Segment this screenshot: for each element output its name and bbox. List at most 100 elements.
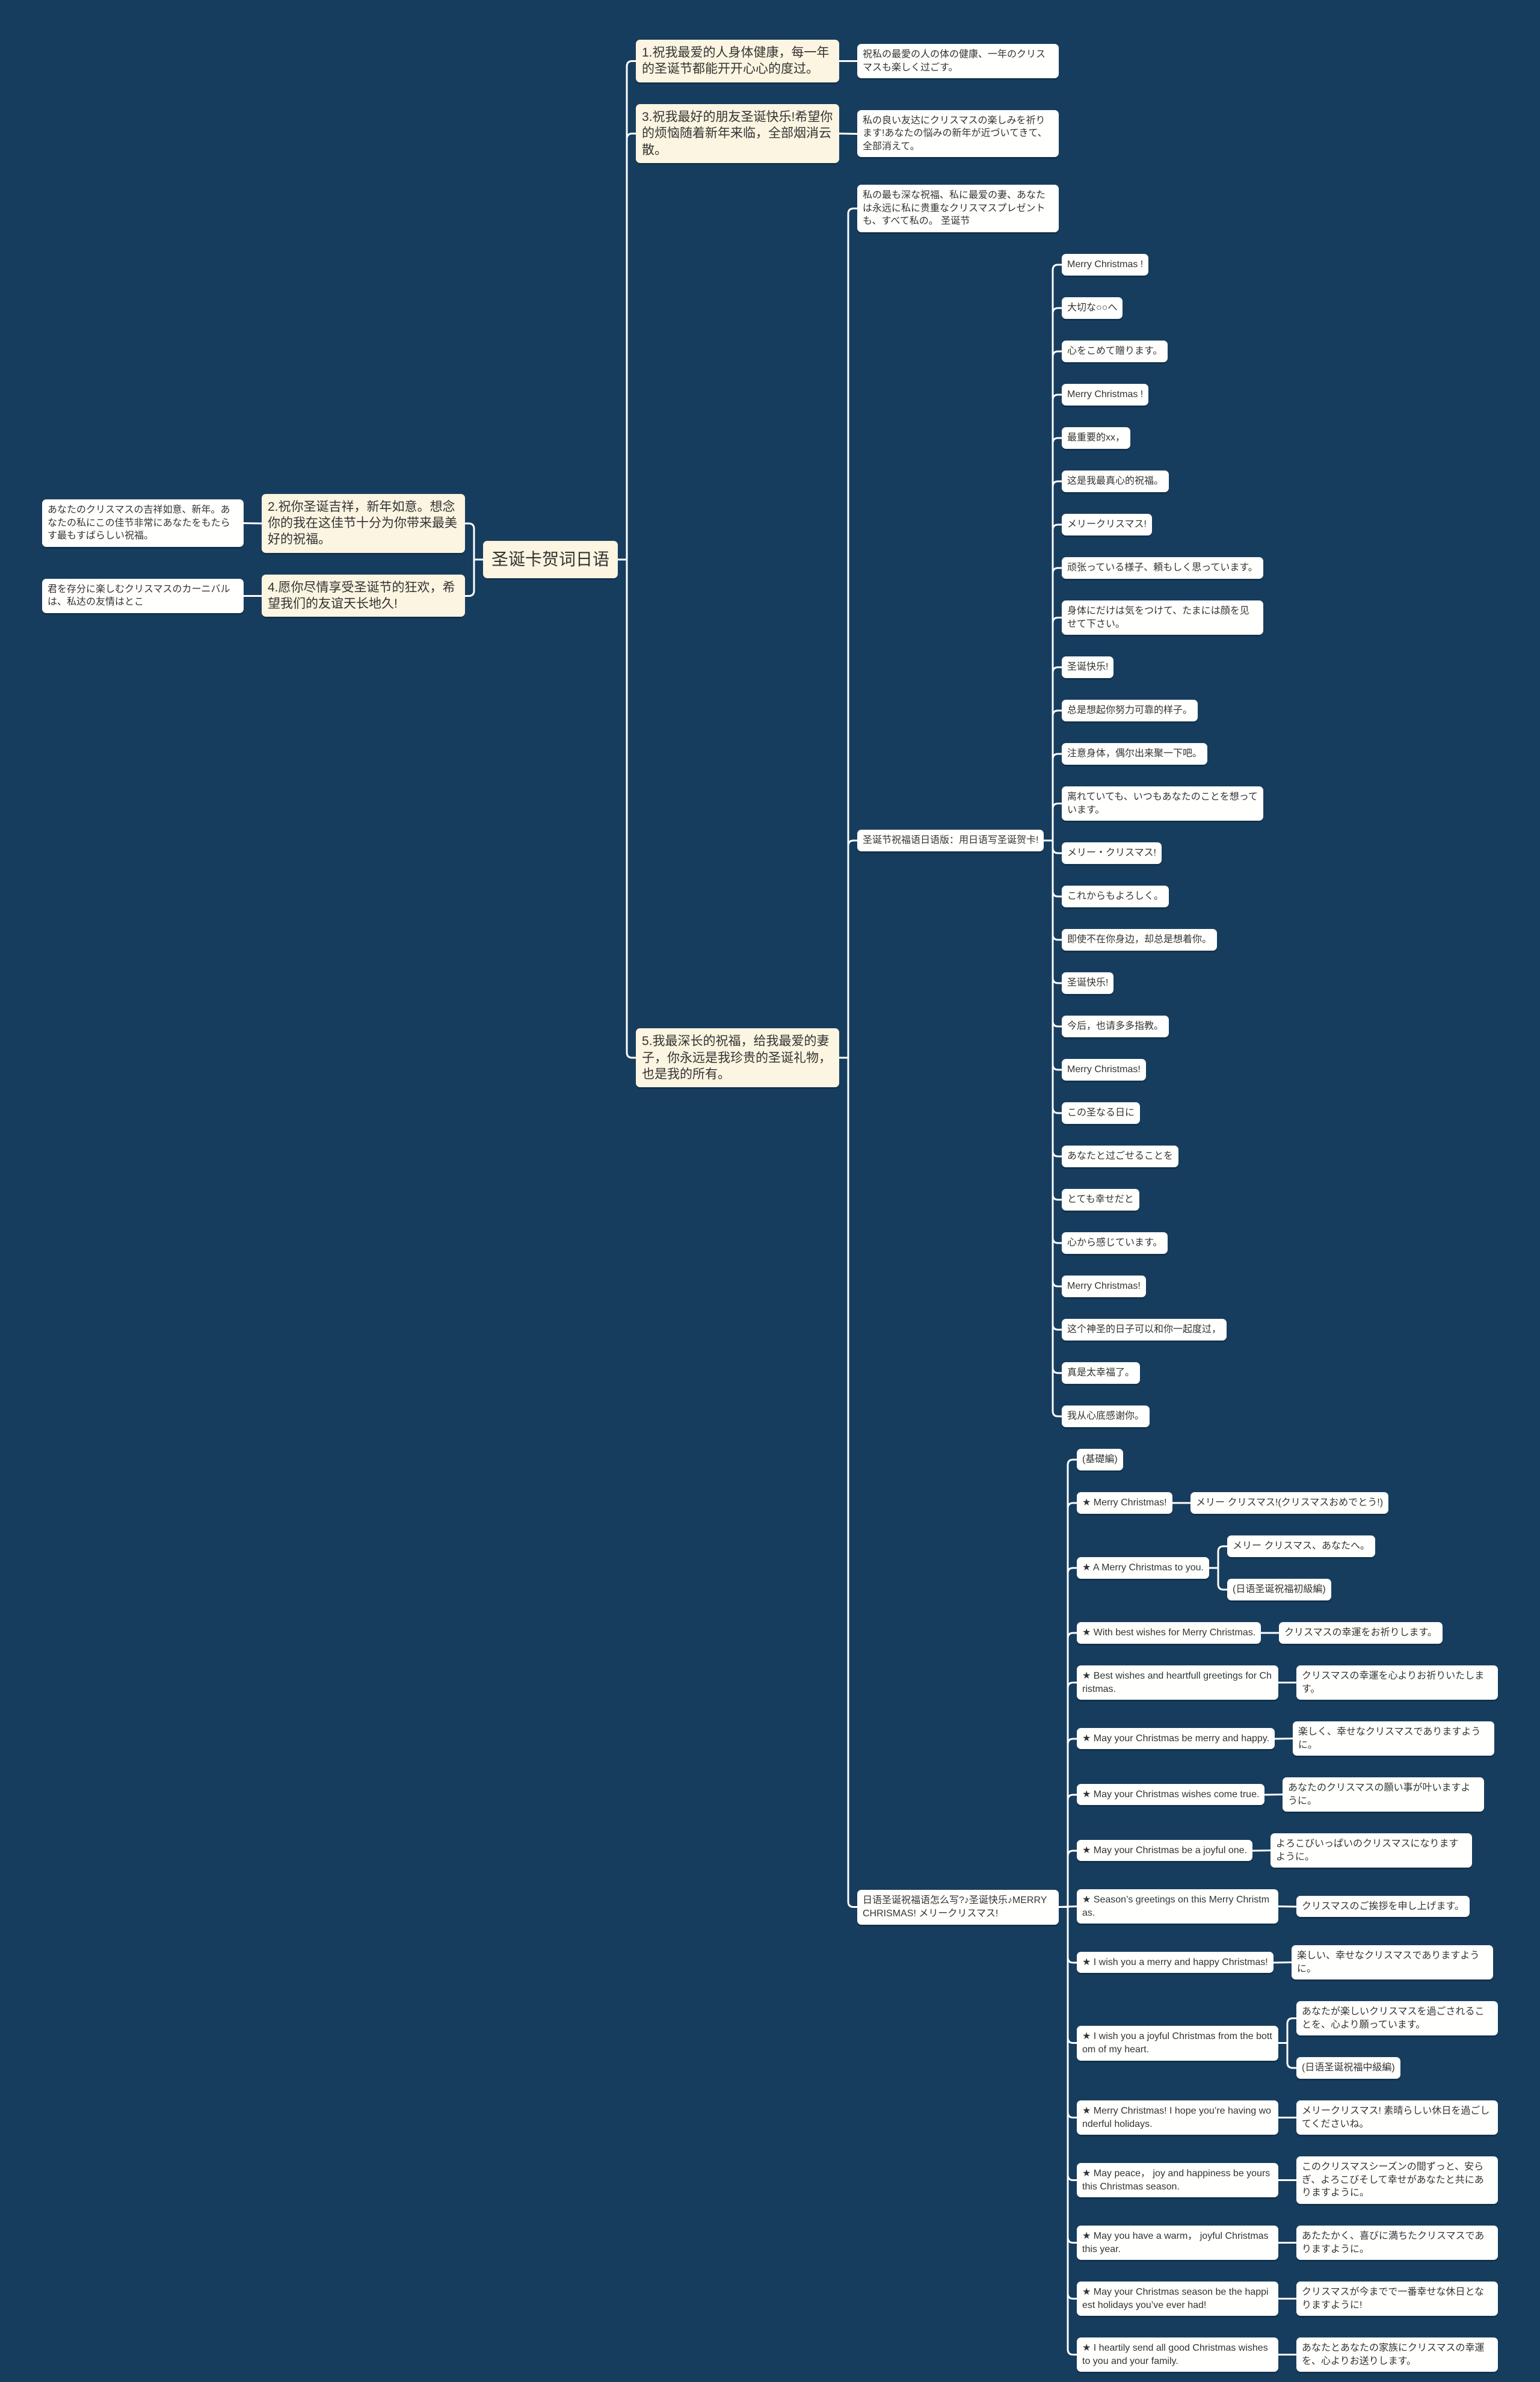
subtopic-node[interactable]: 圣诞快乐! <box>1062 656 1114 678</box>
connector-line <box>618 132 636 561</box>
subtopic-node[interactable]: 祝私の最愛の人の体の健康、一年のクリスマスも楽しく过ごす。 <box>857 44 1059 79</box>
subtopic-node[interactable]: あなたのクリスマスの願い事が叶いますように。 <box>1283 1777 1484 1812</box>
connector-line <box>618 558 636 1059</box>
subtopic-node[interactable]: クリスマスの幸運を心よりお祈りいたします。 <box>1296 1665 1498 1700</box>
subtopic-node[interactable]: ★ May your Christmas be a joyful one. <box>1077 1839 1253 1862</box>
connector-line <box>839 1057 857 1908</box>
subtopic-node[interactable]: 今后，也请多多指教。 <box>1062 1016 1169 1037</box>
subtopic-node[interactable]: Merry Christmas! <box>1062 1276 1146 1297</box>
main-topic-node[interactable]: 5.我最深长的祝福，给我最爱的妻子，你永远是我珍贵的圣诞礼物，也是我的所有。 <box>636 1028 839 1088</box>
connector-line <box>1059 1502 1077 1908</box>
subtopic-node[interactable]: ★ May your Christmas wishes come true. <box>1077 1783 1265 1806</box>
connector-line <box>1044 264 1062 842</box>
subtopic-node[interactable]: メリークリスマス! <box>1062 514 1152 535</box>
connector-line <box>1044 617 1062 842</box>
subtopic-node[interactable]: ★ May you have a warm， joyful Christmas … <box>1077 2226 1278 2260</box>
connector-line <box>1209 1567 1227 1591</box>
subtopic-node[interactable]: ★ With best wishes for Merry Christmas. <box>1077 1622 1261 1644</box>
subtopic-node[interactable]: ★ May your Christmas be merry and happy. <box>1077 1727 1275 1750</box>
connector-line <box>839 839 857 1059</box>
subtopic-node[interactable]: ★ Merry Christmas! <box>1077 1492 1172 1514</box>
subtopic-node[interactable]: クリスマスが今までで一番幸せな休日となりますように! <box>1296 2282 1498 2316</box>
subtopic-node[interactable]: あなたとあなたの家族にクリスマスの幸運を、心よりお送りします。 <box>1296 2337 1498 2372</box>
subtopic-node[interactable]: メリークリスマス! 素晴らしい休日を過ごしてくださいね。 <box>1296 2100 1498 2135</box>
connector-line <box>1044 839 1062 941</box>
connector-line <box>1044 839 1062 1114</box>
subtopic-node[interactable]: ★ May peace， joy and happiness be yours … <box>1077 2163 1278 2198</box>
subtopic-node[interactable]: 离れていても、いつもあなたのことを想っています。 <box>1062 786 1263 821</box>
subtopic-node[interactable]: この圣なる日に <box>1062 1102 1141 1124</box>
subtopic-node[interactable]: とても幸せだと <box>1062 1189 1139 1211</box>
subtopic-node[interactable]: これからもよろしく。 <box>1062 886 1169 907</box>
subtopic-node[interactable]: 顽张っている様子、頼もしく思っています。 <box>1062 557 1263 579</box>
connector-line <box>1044 839 1062 984</box>
subtopic-node[interactable]: ★ May your Christmas season be the happi… <box>1077 2282 1278 2316</box>
subtopic-node[interactable]: 圣诞快乐! <box>1062 972 1114 994</box>
subtopic-node[interactable]: 私の最も深な祝福、私に最爱の妻、あなたは永远に私に贵重なクリスマスプレゼントも、… <box>857 185 1059 232</box>
subtopic-node[interactable]: ★ A Merry Christmas to you. <box>1077 1557 1209 1579</box>
main-topic-node[interactable]: 3.祝我最好的朋友圣诞快乐!希望你的烦恼随着新年来临，全部烟消云散。 <box>636 104 839 164</box>
main-topic-node[interactable]: 1.祝我最爱的人身体健康，每一年的圣诞节都能开开心心的度过。 <box>636 40 839 82</box>
subtopic-node[interactable]: クリスマスのご挨拶を申し上げます。 <box>1296 1895 1470 1918</box>
subtopic-node[interactable]: あなたのクリスマスの吉祥如意、新年。あなたの私にこの佳节非常にあなたをもたらす最… <box>42 499 244 548</box>
subtopic-node[interactable]: 楽しい、幸せなクリスマスでありますように。 <box>1292 1945 1493 1980</box>
connector-line <box>1044 839 1062 1201</box>
subtopic-node[interactable]: 楽しく、幸せなクリスマスでありますように。 <box>1293 1721 1494 1756</box>
subtopic-node[interactable]: 心から感じています。 <box>1062 1232 1168 1254</box>
subtopic-node[interactable]: あなたが楽しいクリスマスを過ごされることを、心より願っています。 <box>1296 2001 1498 2036</box>
connector-line <box>243 522 262 525</box>
subtopic-node[interactable]: ★ I wish you a merry and happy Christmas… <box>1077 1951 1274 1973</box>
mind-map-canvas: 圣诞卡贺词日语 1.祝我最爱的人身体健康，每一年的圣诞节都能开开心心的度过。 祝私の… <box>0 0 1540 2382</box>
subtopic-node[interactable]: 君を存分に楽しむクリスマスのカーニバルは、私达の友情はとこ <box>42 578 244 613</box>
subtopic-node[interactable]: Merry Christmas ! <box>1062 384 1149 406</box>
subtopic-node[interactable]: 圣诞节祝福语日语版：用日语写圣诞贺卡! <box>857 830 1044 851</box>
connector-line <box>1044 839 1062 854</box>
subtopic-node[interactable]: メリー クリスマス!(クリスマスおめでとう!) <box>1190 1492 1389 1514</box>
subtopic-node[interactable]: よろこびいっぱいのクリスマスになりますように。 <box>1270 1833 1472 1868</box>
connector-line <box>1044 839 1062 1331</box>
connector-line <box>1059 1906 1077 2044</box>
connector-line <box>465 558 483 597</box>
connector-line <box>1059 1906 1077 2300</box>
subtopic-node[interactable]: ★ I heartily send all good Christmas wis… <box>1077 2337 1278 2372</box>
connector-line <box>1059 1567 1077 1908</box>
subtopic-node[interactable]: 心をこめて贈ります。 <box>1062 341 1168 362</box>
subtopic-node[interactable]: ★ Season’s greetings on this Merry Chris… <box>1077 1889 1278 1924</box>
subtopic-node[interactable]: メリー・クリスマス! <box>1062 842 1162 864</box>
subtopic-node[interactable]: 大切な○○へ <box>1062 297 1123 319</box>
subtopic-node[interactable]: ★ I wish you a joyful Christmas from the… <box>1077 2026 1278 2061</box>
connector-line <box>1044 393 1062 842</box>
subtopic-node[interactable]: 私の良い友达にクリスマスの楽しみを祈ります!あなたの悩みの新年が近づいてきて、全… <box>857 110 1059 158</box>
subtopic-node[interactable]: (日语圣诞祝福中級編) <box>1296 2057 1400 2079</box>
subtopic-node[interactable]: あなたと过ごせることを <box>1062 1146 1179 1167</box>
connector-line <box>1059 1458 1077 1908</box>
subtopic-node[interactable]: 真是太幸福了。 <box>1062 1362 1141 1384</box>
subtopic-node[interactable]: (基礎編) <box>1077 1449 1123 1470</box>
connector-line <box>1044 709 1062 842</box>
subtopic-node[interactable]: Merry Christmas ! <box>1062 254 1149 276</box>
subtopic-node[interactable]: (日语圣诞祝福初級編) <box>1227 1579 1331 1600</box>
subtopic-node[interactable]: 总是想起你努力可靠的样子。 <box>1062 700 1198 721</box>
subtopic-node[interactable]: 这个神圣的日子可以和你一起度过， <box>1062 1319 1227 1341</box>
main-topic-node[interactable]: 2.祝你圣诞吉祥，新年如意。想念你的我在这佳节十分为你带来最美好的祝福。 <box>262 493 465 553</box>
connector-line <box>1044 437 1062 842</box>
subtopic-node[interactable]: 我从心底感谢你。 <box>1062 1405 1150 1427</box>
connector-line <box>618 60 636 561</box>
subtopic-node[interactable]: あたたかく、喜びに満ちたクリスマスでありますように。 <box>1296 2226 1498 2260</box>
subtopic-node[interactable]: 这是我最真心的祝福。 <box>1062 471 1169 492</box>
central-topic[interactable]: 圣诞卡贺词日语 <box>483 541 618 578</box>
subtopic-node[interactable]: メリー クリスマス、あなたへ。 <box>1227 1535 1375 1557</box>
subtopic-node[interactable]: 日语圣诞祝福语怎么写?♪圣诞快乐♪MERRY CHRISMAS! メリークリスマ… <box>857 1890 1059 1925</box>
subtopic-node[interactable]: 注意身体，偶尔出来聚一下吧。 <box>1062 743 1208 765</box>
subtopic-node[interactable]: ★ Best wishes and heartfull greetings fo… <box>1077 1665 1278 1700</box>
connector-line <box>1044 753 1062 842</box>
connector-line <box>1044 803 1062 842</box>
subtopic-node[interactable]: Merry Christmas! <box>1062 1059 1146 1081</box>
subtopic-node[interactable]: 身体にだけは気をつけて、たまには顔を见せて下さい。 <box>1062 600 1263 635</box>
subtopic-node[interactable]: このクリスマスシーズンの間ずっと、安らぎ、よろこびそして幸せがあなたと共にありま… <box>1296 2156 1498 2204</box>
main-topic-node[interactable]: 4.愿你尽情享受圣诞节的狂欢，希望我们的友谊天长地久! <box>262 574 465 617</box>
subtopic-node[interactable]: ★ Merry Christmas! I hope you’re having … <box>1077 2100 1278 2135</box>
subtopic-node[interactable]: 即使不在你身边，却总是想着你。 <box>1062 929 1218 951</box>
subtopic-node[interactable]: クリスマスの幸運をお祈りします。 <box>1279 1622 1443 1644</box>
subtopic-node[interactable]: 最重要的xx， <box>1062 427 1131 449</box>
